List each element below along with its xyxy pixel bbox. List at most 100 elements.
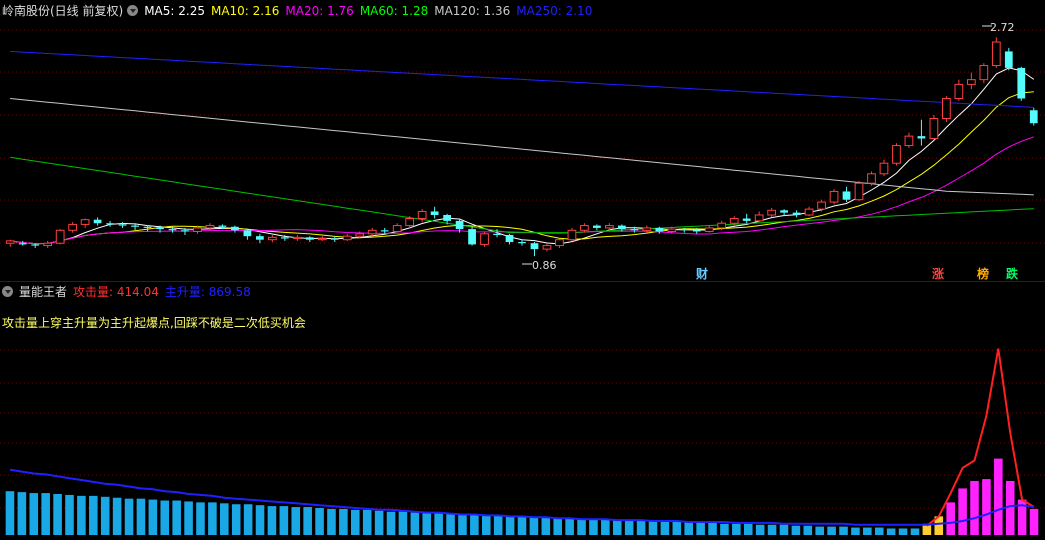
volume-bar: [541, 517, 551, 535]
volume-bar: [398, 511, 408, 535]
volume-bar: [303, 507, 312, 535]
candle: [892, 143, 901, 166]
volume-bar: [553, 518, 563, 535]
candle: [991, 37, 1001, 68]
volume-bar: [184, 501, 193, 535]
candle: [518, 239, 526, 246]
candle: [804, 206, 814, 217]
volume-bar: [851, 527, 860, 535]
volume-bar: [577, 519, 586, 535]
volume-bar: [660, 521, 670, 535]
candle: [256, 233, 264, 244]
volume-bar: [493, 515, 503, 535]
volume-bar: [517, 516, 527, 535]
volume-bar: [29, 493, 39, 535]
volume-bar: [839, 526, 848, 535]
candle: [18, 240, 27, 246]
volume-bar: [470, 514, 479, 535]
main-rise-volume-label: 主升量: 869.58: [164, 285, 251, 299]
volume-bar: [65, 494, 74, 535]
candle: [43, 240, 53, 248]
volume-bar: [601, 519, 610, 535]
candle: [430, 206, 439, 219]
volume-bar: [339, 508, 348, 535]
volume-bar: [5, 491, 15, 535]
ma5-line: [10, 67, 1035, 245]
volume-bar: [720, 523, 729, 535]
volume-bar: [196, 502, 205, 535]
sub-indicator-menu-icon[interactable]: [2, 286, 13, 297]
volume-bar: [529, 517, 539, 535]
volume-bar: [243, 504, 253, 535]
volume-bar: [41, 493, 50, 535]
volume-bar: [815, 526, 824, 535]
candle: [580, 223, 589, 233]
volume-bar: [589, 519, 598, 535]
candle: [829, 189, 839, 205]
candle: [392, 223, 402, 233]
volume-bar: [255, 505, 265, 535]
volume-bar: [970, 480, 979, 535]
volume-bar: [208, 502, 217, 535]
volume-bar: [148, 499, 158, 535]
candle: [942, 96, 951, 123]
candle: [817, 199, 826, 212]
volume-bar: [220, 503, 229, 535]
volume-bar: [446, 513, 455, 535]
volume-bar: [684, 521, 693, 535]
candle: [1017, 66, 1026, 101]
volume-bar: [779, 524, 789, 535]
volume-bar: [172, 500, 181, 535]
candle: [1004, 47, 1013, 71]
volume-bar: [89, 495, 98, 535]
candle: [966, 72, 976, 90]
volume-bar: [755, 524, 765, 535]
volume-bar: [612, 520, 622, 535]
volume-bar: [1017, 499, 1027, 535]
volume-bar: [231, 504, 241, 535]
candle: [118, 222, 127, 228]
candle: [879, 159, 889, 177]
marker-die[interactable]: 跌: [1006, 265, 1018, 282]
candle: [792, 210, 801, 218]
sub-chart-legend: 量能王者 攻击量: 414.04 主升量: 869.58: [2, 283, 257, 301]
volume-bar: [898, 528, 908, 535]
candle: [106, 220, 114, 227]
candle: [929, 114, 939, 140]
volume-bar: [922, 523, 932, 535]
high-price-label: 2.72: [990, 21, 1015, 34]
volume-bar: [136, 498, 146, 535]
candle: [954, 79, 964, 101]
volume-bar: [434, 513, 443, 535]
candle: [267, 234, 277, 243]
candle: [593, 224, 601, 231]
attack-volume-line: [926, 348, 1035, 527]
candle: [55, 229, 65, 245]
candlestick-chart[interactable]: [0, 0, 1045, 281]
volume-bar: [279, 506, 289, 535]
volume-bar: [791, 525, 801, 535]
volume-bar: [910, 528, 920, 535]
marker-zhang[interactable]: 涨: [932, 265, 944, 282]
volume-bar: [732, 523, 741, 535]
candle: [292, 234, 302, 241]
volume-bar: [327, 508, 336, 535]
volume-bar: [934, 516, 944, 535]
marker-cai[interactable]: 财: [696, 265, 708, 282]
candle: [742, 213, 751, 224]
volume-bar: [505, 516, 515, 535]
volume-bar: [982, 479, 991, 535]
candle: [480, 231, 489, 247]
candle: [542, 243, 552, 252]
volume-bar: [803, 525, 813, 535]
candle: [979, 63, 989, 84]
candle: [243, 229, 252, 240]
volume-bar: [77, 495, 86, 535]
volume-bar: [481, 515, 491, 535]
candle: [317, 236, 327, 241]
volume-bar: [946, 502, 955, 535]
candle: [704, 225, 714, 233]
marker-bang[interactable]: 榜: [977, 265, 989, 282]
candle: [867, 171, 876, 186]
sub-indicator-title: 量能王者: [19, 285, 68, 299]
